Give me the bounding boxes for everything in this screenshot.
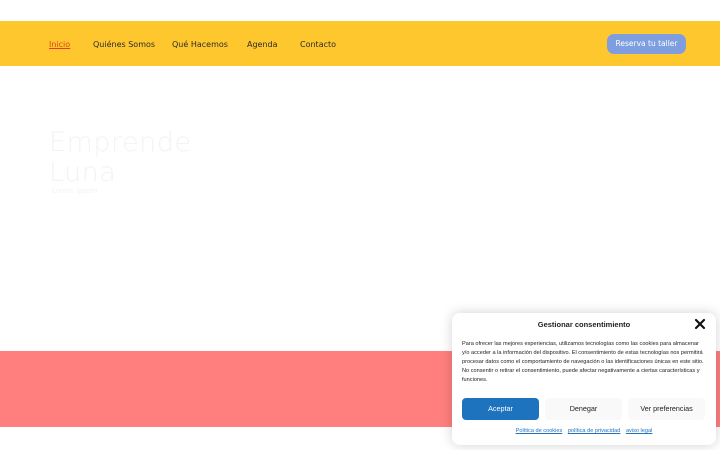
nav-item-que-hacemos[interactable]: Qué Hacemos (172, 40, 228, 49)
main-navigation: Inicio Quiénes Somos Qué Hacemos Agenda … (0, 21, 720, 66)
deny-button[interactable]: Denegar (545, 398, 622, 420)
nav-item-contacto[interactable]: Contacto (300, 40, 336, 49)
accept-button[interactable]: Aceptar (462, 398, 539, 420)
nav-item-inicio[interactable]: Inicio (49, 40, 70, 49)
hero-title: Emprende Luna (49, 127, 192, 188)
consent-title: Gestionar consentimiento (537, 320, 631, 329)
nav-item-agenda[interactable]: Agenda (247, 40, 278, 49)
top-strip (0, 0, 720, 21)
hero-subtitle: Lorem ipsum (52, 187, 98, 195)
cookie-consent-dialog: Gestionar consentimiento Para ofrecer la… (452, 313, 716, 445)
privacy-policy-link[interactable]: política de privacidad (568, 428, 621, 434)
consent-links: Política de cookies política de privacid… (452, 428, 716, 434)
consent-body-text: Para ofrecer las mejores experiencias, u… (462, 341, 704, 384)
reserva-taller-button[interactable]: Reserva tu taller (607, 34, 686, 54)
legal-notice-link[interactable]: aviso legal (626, 428, 652, 434)
cookie-policy-link[interactable]: Política de cookies (516, 428, 563, 434)
close-icon[interactable] (694, 318, 706, 330)
nav-item-quienes-somos[interactable]: Quiénes Somos (93, 40, 155, 49)
view-preferences-button[interactable]: Ver preferencias (628, 398, 705, 420)
hero-section: Emprende Luna Lorem ipsum (0, 66, 720, 351)
